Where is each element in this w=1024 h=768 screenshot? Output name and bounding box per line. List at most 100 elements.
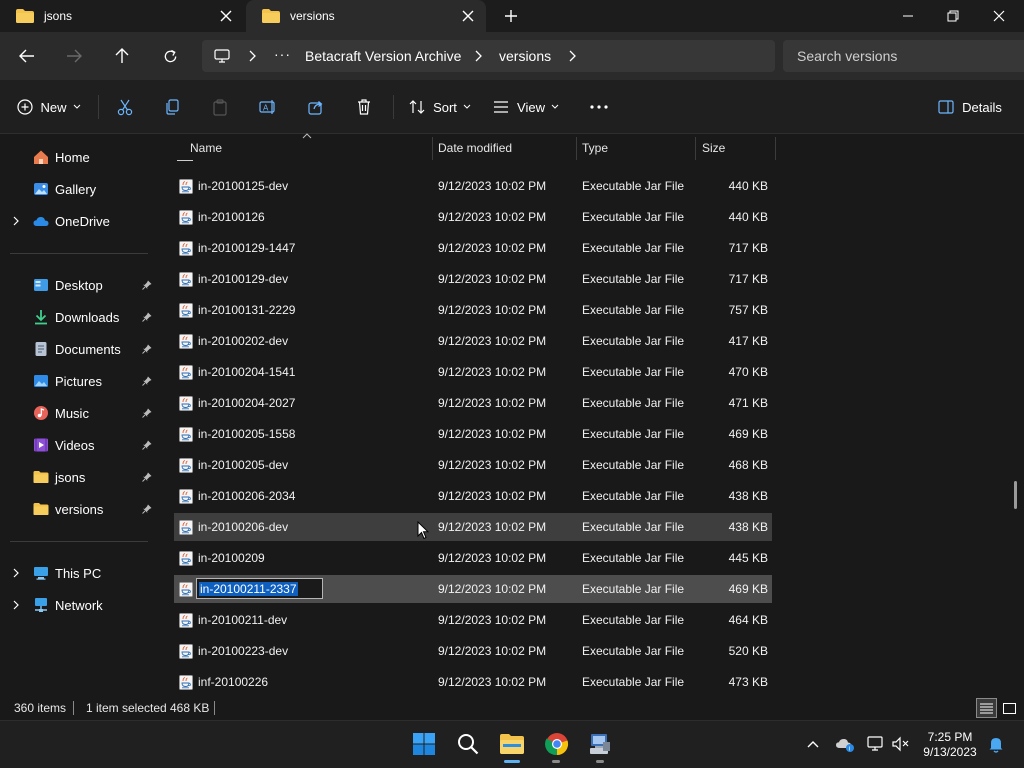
network-tray-button[interactable] [866,734,886,754]
sidebar-item-desktop[interactable]: Desktop [0,270,158,300]
more-crumbs-icon[interactable]: ··· [274,46,291,62]
pin-icon[interactable] [142,440,152,450]
table-row[interactable]: in-20100206-dev 9/12/2023 10:02 PM Executa… [174,513,772,541]
pin-icon[interactable] [142,344,152,354]
sidebar-item-pictures[interactable]: Pictures [0,366,158,396]
copy-button[interactable] [155,88,189,126]
address-bar[interactable]: ··· Betacraft Version Archive versions [202,40,775,72]
taskbar-app[interactable] [582,726,618,762]
taskbar-chrome[interactable] [539,726,575,762]
view-button[interactable]: View [488,88,564,126]
rename-input[interactable]: in-20100211-2337 [196,578,323,599]
file-size: 440 KB [728,179,768,193]
show-hidden-icons-button[interactable] [803,734,823,754]
volume-tray-button[interactable] [891,734,911,754]
close-icon[interactable] [460,8,476,24]
chevron-right-icon[interactable] [12,568,20,578]
column-header-date[interactable]: Date modified [438,135,574,160]
delete-button[interactable] [347,88,381,126]
table-row[interactable]: in-20100204-2027 9/12/2023 10:02 PM Execut… [174,389,772,417]
table-row[interactable]: in-20100125-dev 9/12/2023 10:02 PM Executa… [174,172,772,200]
sidebar-item-music[interactable]: Music [0,398,158,428]
rename-button[interactable]: A [251,88,285,126]
file-type: Executable Jar File [582,427,685,441]
onedrive-tray-button[interactable]: i [834,734,856,754]
table-row[interactable]: in-20100206-2034 9/12/2023 10:02 PM Execut… [174,482,772,510]
sidebar-item-documents[interactable]: Documents [0,334,158,364]
restore-button[interactable] [930,0,976,32]
close-icon[interactable] [218,8,234,24]
column-header-label: Type [582,140,609,155]
chevron-right-icon[interactable] [568,50,576,62]
column-divider[interactable] [432,137,433,160]
chevron-right-icon[interactable] [12,600,20,610]
tiles-view-button[interactable] [999,698,1019,718]
table-row[interactable]: in-20100205-1558 9/12/2023 10:02 PM Execut… [174,420,772,448]
table-row[interactable]: in-20100211-dev 9/12/2023 10:02 PM Executa… [174,606,772,634]
table-row[interactable]: in-20100223-dev 9/12/2023 10:02 PM Executa… [174,637,772,665]
sidebar-item-gallery[interactable]: Gallery [0,174,158,204]
refresh-button[interactable] [152,38,188,74]
breadcrumb-item[interactable]: versions [499,48,551,64]
table-row[interactable]: in-20100131-2229 9/12/2023 10:02 PM Execut… [174,296,772,324]
column-header-name[interactable]: Name [190,135,430,160]
column-header-size[interactable]: Size [702,135,774,160]
sidebar-item-downloads[interactable]: Downloads [0,302,158,332]
new-tab-button[interactable] [498,4,524,28]
table-row[interactable]: in-20100129-dev 9/12/2023 10:02 PM Executa… [174,265,772,293]
table-row[interactable]: in-20100202-dev 9/12/2023 10:02 PM Executa… [174,327,772,355]
tab-versions[interactable]: versions [246,0,486,32]
more-options-button[interactable] [580,88,618,126]
pin-icon[interactable] [142,312,152,322]
sort-button[interactable]: Sort [402,88,478,126]
table-row[interactable]: in-20100126 9/12/2023 10:02 PM Executable … [174,203,772,231]
sidebar-item-network[interactable]: Network [0,590,158,620]
column-divider[interactable] [775,137,776,160]
column-divider[interactable] [695,137,696,160]
minimize-button[interactable] [885,0,931,32]
chevron-right-icon[interactable] [248,50,256,62]
share-button[interactable] [299,88,333,126]
close-window-button[interactable] [976,0,1022,32]
taskbar-file-explorer[interactable] [494,726,530,762]
paste-button[interactable] [203,88,237,126]
back-button[interactable] [9,38,45,74]
breadcrumb-item[interactable]: Betacraft Version Archive [305,48,461,64]
pin-icon[interactable] [142,376,152,386]
file-size: 417 KB [728,334,768,348]
tab-jsons[interactable]: jsons [0,0,244,32]
table-row[interactable]: inf-20100226 9/12/2023 10:02 PM Executable… [174,668,772,696]
sidebar-item-home[interactable]: Home [0,142,158,172]
notifications-button[interactable] [986,734,1006,754]
table-row[interactable]: in-20100204-1541 9/12/2023 10:02 PM Execut… [174,358,772,386]
sidebar-item-videos[interactable]: Videos [0,430,158,460]
details-button[interactable]: Details [930,88,1010,126]
search-input[interactable]: Search versions [783,40,1024,72]
new-button[interactable]: New [12,88,86,126]
column-header-type[interactable]: Type [582,135,694,160]
table-row[interactable]: in-20100205-dev 9/12/2023 10:02 PM Executa… [174,451,772,479]
clock-time: 7:25 PM [927,730,973,744]
taskbar-search-button[interactable] [450,726,486,762]
pin-icon[interactable] [142,504,152,514]
table-row[interactable]: in-20100129-1447 9/12/2023 10:02 PM Execut… [174,234,772,262]
up-button[interactable] [104,38,140,74]
sidebar-item-versions[interactable]: versions [0,494,158,524]
start-button[interactable] [406,726,442,762]
chevron-right-icon[interactable] [474,50,482,62]
vertical-scrollbar-thumb[interactable] [1014,481,1017,509]
pin-icon[interactable] [142,408,152,418]
sidebar-item-onedrive[interactable]: OneDrive [0,206,158,236]
details-view-button[interactable] [976,698,997,718]
sidebar-item-this-pc[interactable]: This PC [0,558,158,588]
table-row[interactable]: in-20100211-2337 9/12/2023 10:02 PM Execut… [174,575,772,603]
column-divider[interactable] [576,137,577,160]
system-clock[interactable]: 7:25 PM 9/13/2023 [918,729,982,761]
pin-icon[interactable] [142,280,152,290]
table-row[interactable]: in-20100209 9/12/2023 10:02 PM Executable … [174,544,772,572]
chevron-right-icon[interactable] [12,216,20,226]
sidebar-item-jsons[interactable]: jsons [0,462,158,492]
cut-button[interactable] [108,88,142,126]
forward-button[interactable] [56,38,92,74]
pin-icon[interactable] [142,472,152,482]
